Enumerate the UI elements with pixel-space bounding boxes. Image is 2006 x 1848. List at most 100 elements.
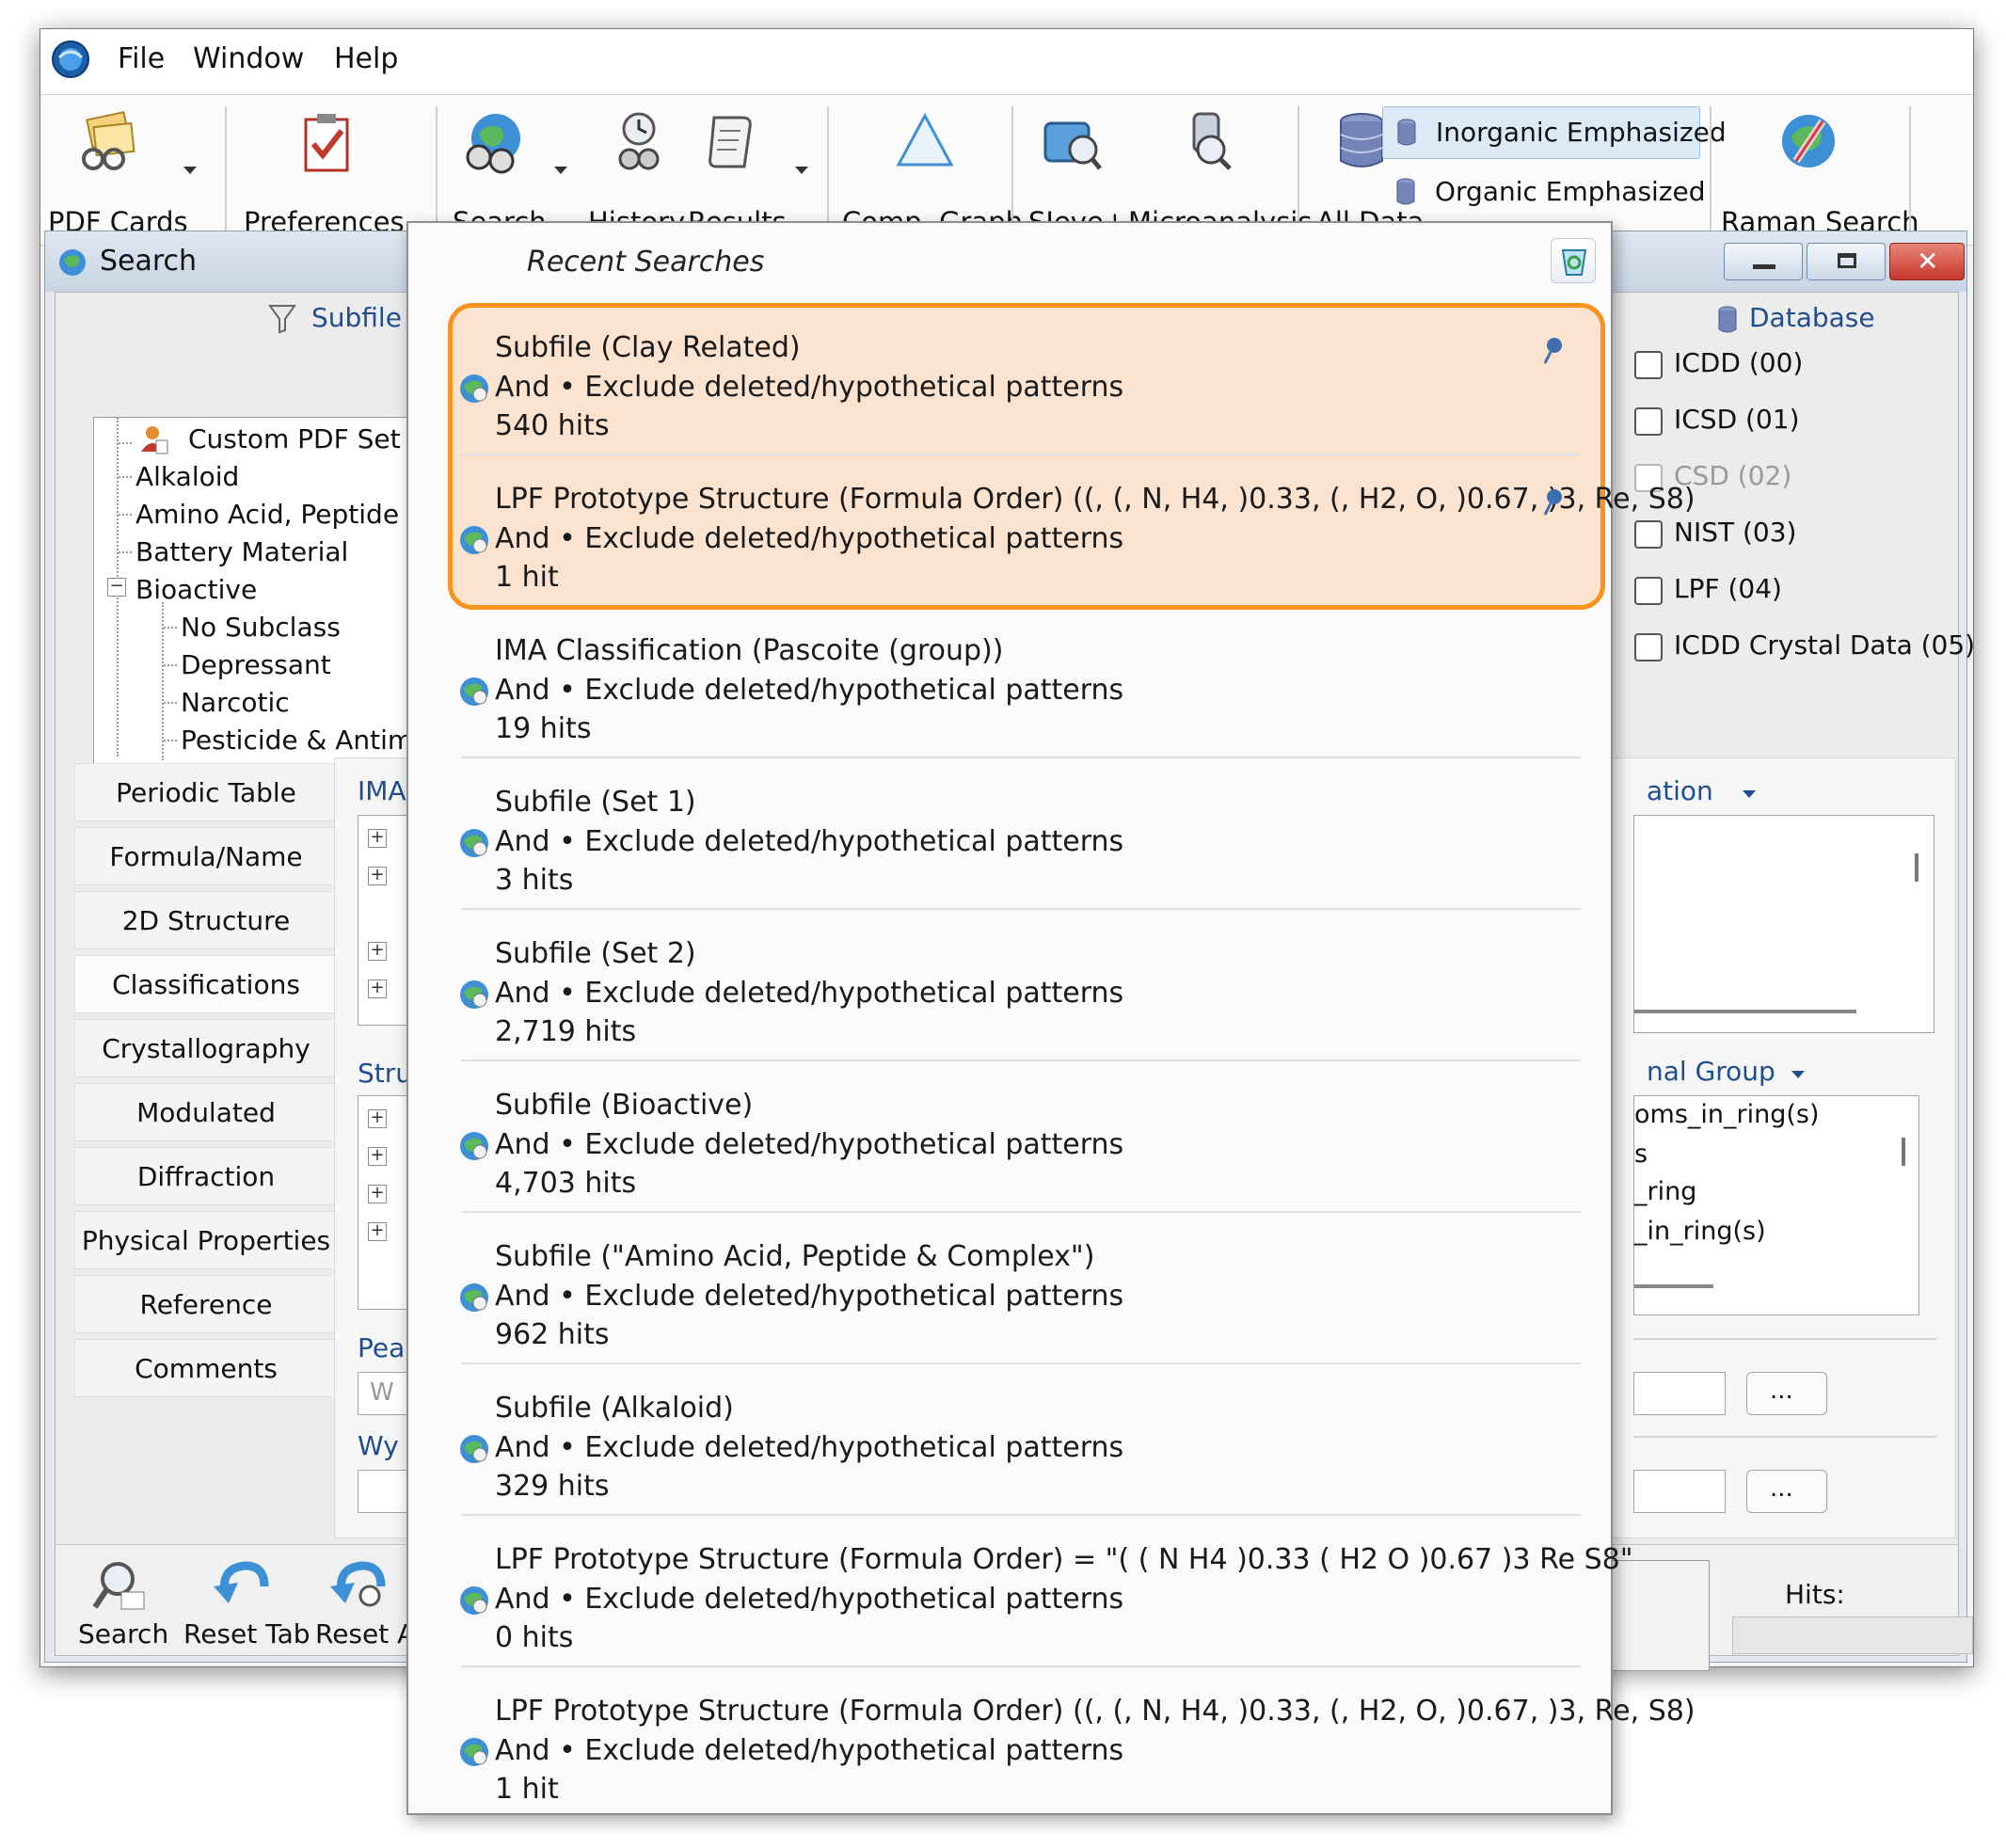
hits-progress — [1732, 1617, 1973, 1654]
hits-label: Hits: — [1785, 1579, 1845, 1610]
expand-icon[interactable]: + — [368, 980, 387, 998]
menu-help[interactable]: Help — [334, 42, 398, 75]
inorganic-emphasized-button[interactable]: Inorganic Emphasized — [1382, 106, 1727, 159]
recent-search-item[interactable]: LPF Prototype Structure (Formula Order) … — [457, 1530, 1633, 1681]
pdf-cards-dropdown-icon[interactable] — [183, 167, 197, 174]
recent-search-item[interactable]: Subfile (Alkaloid) And • Exclude deleted… — [457, 1378, 1577, 1530]
reset-all-label: Reset A — [315, 1618, 416, 1649]
checkbox-icsd-01[interactable] — [1634, 407, 1663, 436]
menu-file[interactable]: File — [118, 42, 165, 75]
tab-2d-structure[interactable]: 2D Structure — [74, 891, 338, 949]
recent-search-item[interactable]: Subfile (Set 1) And • Exclude deleted/hy… — [457, 773, 1577, 924]
range-input-2[interactable] — [1633, 1470, 1726, 1513]
expand-icon[interactable]: + — [368, 1147, 387, 1166]
tab-periodic-table[interactable]: Periodic Table — [74, 763, 338, 821]
tree-item-battery-material[interactable]: Battery Material — [135, 536, 348, 567]
bottom-search-button[interactable]: Search — [72, 1551, 176, 1652]
browse-button-2[interactable]: ... — [1746, 1470, 1827, 1513]
recent-search-item[interactable]: Subfile (Bioactive) And • Exclude delete… — [457, 1075, 1577, 1227]
ima-label[interactable]: IMA — [358, 775, 406, 806]
results-button[interactable]: Results — [682, 101, 823, 240]
preferences-button[interactable]: Preferences — [234, 101, 422, 240]
results-dropdown-icon[interactable] — [795, 167, 808, 174]
reset-tab-button[interactable]: Reset Tab — [178, 1551, 310, 1652]
tab-crystallography[interactable]: Crystallography — [74, 1019, 338, 1077]
expand-icon[interactable]: + — [368, 942, 387, 961]
expand-icon[interactable]: + — [368, 867, 387, 885]
tab-classifications[interactable]: Classifications — [74, 955, 338, 1013]
recent-search-item[interactable]: Subfile (Clay Related) And • Exclude del… — [457, 318, 1577, 470]
database-header[interactable]: Database — [1749, 302, 1875, 333]
tree-item-narcotic[interactable]: Narcotic — [181, 687, 290, 718]
group-hscroll-thumb[interactable] — [1634, 1284, 1713, 1288]
functional-group-dropdown-icon[interactable] — [1791, 1071, 1805, 1078]
search-toolbar-button[interactable]: Search — [443, 101, 575, 240]
group-item[interactable]: _ring — [1634, 1177, 1696, 1206]
functional-group-label[interactable]: nal Group — [1647, 1056, 1775, 1087]
pdf-cards-button[interactable]: PDF Cards — [40, 101, 210, 240]
recent-search-item[interactable]: Subfile ("Amino Acid, Peptide & Complex"… — [457, 1227, 1577, 1378]
recent-search-item[interactable]: Subfile (Set 2) And • Exclude deleted/hy… — [457, 924, 1577, 1075]
classification-list-box[interactable] — [1633, 815, 1934, 1033]
group-item[interactable]: _in_ring(s) — [1634, 1217, 1766, 1246]
expand-icon[interactable]: + — [368, 1185, 387, 1203]
search-hit-count: 962 hits — [495, 1318, 610, 1351]
recent-search-item[interactable]: LPF Prototype Structure (Formula Order) … — [457, 470, 1696, 621]
close-button[interactable]: ✕ — [1889, 243, 1965, 280]
ation-dropdown-icon[interactable] — [1743, 790, 1756, 798]
search-globe-icon — [466, 114, 520, 174]
list-scroll-thumb[interactable] — [1915, 853, 1918, 882]
raman-search-button[interactable]: Raman Search — [1715, 101, 1919, 240]
expand-icon[interactable]: + — [368, 829, 387, 848]
sieve-icon — [1043, 121, 1102, 170]
tab-comments[interactable]: Comments — [74, 1339, 338, 1397]
tree-item-custom-pdf-set[interactable]: Custom PDF Set — [188, 423, 401, 454]
tab-diffraction[interactable]: Diffraction — [74, 1147, 338, 1205]
range-input-1[interactable] — [1633, 1372, 1726, 1415]
pin-icon[interactable] — [1539, 335, 1566, 367]
group-scroll-thumb[interactable] — [1902, 1138, 1905, 1166]
recent-search-item[interactable]: IMA Classification (Pascoite (group)) An… — [457, 621, 1577, 773]
pin-icon[interactable] — [1539, 486, 1566, 518]
tree-collapse-icon[interactable]: − — [107, 578, 126, 597]
group-item[interactable]: s — [1634, 1139, 1648, 1169]
raman-search-icon — [1782, 115, 1835, 167]
restore-button[interactable] — [1807, 243, 1886, 280]
minimize-button[interactable] — [1724, 243, 1803, 280]
sieve-button[interactable]: SIeve+ — [1019, 101, 1126, 240]
subfile-header[interactable]: Subfile — [311, 302, 402, 333]
tree-item-no-subclass[interactable]: No Subclass — [181, 612, 341, 643]
expand-icon[interactable]: + — [368, 1109, 387, 1128]
tab-modulated[interactable]: Modulated — [74, 1083, 338, 1141]
label-icdd-crystal-05: ICDD Crystal Data (05) — [1674, 629, 1976, 661]
classification-list — [1634, 816, 1922, 989]
checkbox-icdd-crystal-05[interactable] — [1634, 633, 1663, 661]
microanalysis-button[interactable]: Microanalysis — [1122, 101, 1312, 240]
comp-graph-button[interactable]: Comp. Graph — [836, 101, 1023, 240]
expand-icon[interactable]: + — [368, 1222, 387, 1241]
browse-button-1[interactable]: ... — [1746, 1372, 1827, 1415]
tab-physical-properties[interactable]: Physical Properties — [74, 1211, 338, 1269]
recent-search-item[interactable]: LPF Prototype Structure (Formula Order) … — [457, 1681, 1696, 1833]
tree-item-bioactive[interactable]: Bioactive — [135, 574, 257, 605]
recent-search-list: Subfile (Clay Related) And • Exclude del… — [406, 221, 1696, 1815]
tab-reference[interactable]: Reference — [74, 1275, 338, 1333]
h-scroll-thumb[interactable] — [1634, 1010, 1856, 1013]
structure-label[interactable]: Stru — [358, 1058, 412, 1089]
search-criteria: LPF Prototype Structure (Formula Order) … — [495, 483, 1696, 516]
checkbox-lpf-04[interactable] — [1634, 577, 1663, 605]
search-dropdown-icon[interactable] — [554, 167, 567, 174]
tree-item-depressant[interactable]: Depressant — [181, 649, 331, 680]
menu-window[interactable]: Window — [193, 42, 304, 75]
inorganic-label: Inorganic Emphasized — [1436, 117, 1727, 148]
functional-group-box[interactable]: oms_in_ring(s) s _ring _in_ring(s) — [1633, 1095, 1919, 1315]
reset-all-button[interactable]: Reset A — [310, 1551, 416, 1652]
history-button[interactable]: History — [584, 101, 685, 240]
tree-item-alkaloid[interactable]: Alkaloid — [135, 461, 239, 492]
organic-emphasized-button[interactable]: Organic Emphasized — [1382, 167, 1706, 219]
checkbox-icdd-00[interactable] — [1634, 351, 1663, 379]
ation-label[interactable]: ation — [1647, 775, 1713, 806]
checkbox-nist-03[interactable] — [1634, 520, 1663, 549]
group-item[interactable]: oms_in_ring(s) — [1634, 1100, 1820, 1129]
tab-formula-name[interactable]: Formula/Name — [74, 827, 338, 885]
